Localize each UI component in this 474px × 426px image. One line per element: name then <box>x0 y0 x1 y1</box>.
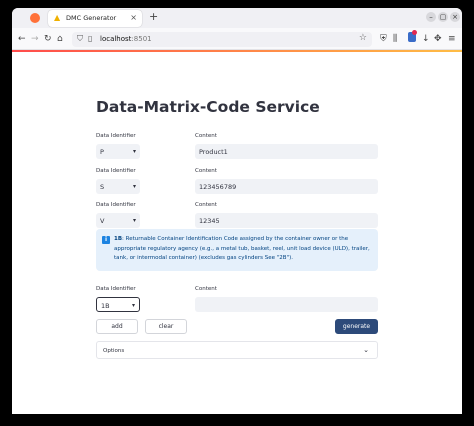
extensions-puzzle-icon[interactable]: ✥ <box>434 33 442 45</box>
menu-icon[interactable]: ≡ <box>448 33 456 45</box>
input-value: 12345 <box>199 217 220 225</box>
url-port: :8501 <box>131 35 152 43</box>
tab-title: DMC Generator <box>66 14 117 22</box>
new-content-input[interactable] <box>195 297 378 312</box>
data-identifier-select[interactable]: P ▾ <box>96 144 140 159</box>
new-tab-button[interactable]: + <box>149 10 158 23</box>
clear-button[interactable]: clear <box>145 319 187 334</box>
caret-down-icon: ▾ <box>132 217 136 224</box>
data-identifier-select[interactable]: V ▾ <box>96 213 140 228</box>
caret-down-icon: ▾ <box>132 148 136 155</box>
maximize-button[interactable]: ▢ <box>438 12 448 22</box>
home-icon[interactable]: ⌂ <box>57 33 63 45</box>
info-text: 1B: Returnable Container Identification … <box>114 235 372 264</box>
input-value: 123456789 <box>199 183 237 191</box>
tab-dmc-generator[interactable]: ▲ DMC Generator × <box>48 10 142 27</box>
tab-close-icon[interactable]: × <box>130 13 137 22</box>
content-input[interactable]: 12345 <box>195 213 378 228</box>
caret-down-icon: ▾ <box>132 183 136 190</box>
firefox-icon[interactable] <box>30 13 40 23</box>
pocket-icon[interactable]: ⛨ <box>380 33 387 45</box>
url-host: localhost <box>100 35 132 43</box>
info-icon: i <box>102 236 110 244</box>
data-identifier-select[interactable]: S ▾ <box>96 179 140 194</box>
streamlit-favicon-icon: ▲ <box>54 13 61 22</box>
reload-icon[interactable]: ↻ <box>44 33 52 45</box>
select-value: S <box>100 183 105 191</box>
data-identifier-label: Data Identifier <box>96 286 136 292</box>
caret-down-icon: ▾ <box>131 302 135 309</box>
content-input[interactable]: Product1 <box>195 144 378 159</box>
back-icon[interactable]: ← <box>18 33 26 45</box>
bookmark-star-icon[interactable]: ☆ <box>359 33 367 43</box>
data-identifier-label: Data Identifier <box>96 202 136 208</box>
navigation-bar: ← → ↻ ⌂ ⛉ ▯ localhost:8501 ☆ ⛨ ⫼ ↓ ✥ ≡ <box>12 28 462 50</box>
page-title: Data-Matrix-Code Service <box>96 98 320 116</box>
new-data-identifier-select[interactable]: 1B ▾ <box>96 297 140 312</box>
url-text: localhost:8501 <box>100 35 152 43</box>
input-value: Product1 <box>199 148 228 156</box>
data-identifier-label: Data Identifier <box>96 168 136 174</box>
content-label: Content <box>195 133 217 139</box>
select-value: P <box>100 148 104 156</box>
select-value: V <box>100 217 105 225</box>
content-input[interactable]: 123456789 <box>195 179 378 194</box>
close-window-button[interactable]: × <box>450 12 460 22</box>
page-content: Data-Matrix-Code Service Data Identifier… <box>12 52 462 414</box>
chevron-down-icon: ⌄ <box>363 346 369 354</box>
page-info-icon[interactable]: ▯ <box>88 34 92 43</box>
generate-button[interactable]: generate <box>335 319 378 334</box>
content-label: Content <box>195 168 217 174</box>
content-label: Content <box>195 202 217 208</box>
data-identifier-label: Data Identifier <box>96 133 136 139</box>
info-alert: i 1B: Returnable Container Identificatio… <box>96 229 378 271</box>
info-description: : Returnable Container Identification Co… <box>114 236 370 261</box>
add-button[interactable]: add <box>96 319 138 334</box>
forward-icon[interactable]: → <box>31 33 39 45</box>
browser-window: ▲ DMC Generator × + – ▢ × ← → ↻ ⌂ ⛉ ▯ lo… <box>12 8 462 414</box>
library-icon[interactable]: ⫼ <box>393 33 397 45</box>
minimize-button[interactable]: – <box>426 12 436 22</box>
tab-strip: ▲ DMC Generator × + – ▢ × <box>12 8 462 28</box>
download-icon[interactable]: ↓ <box>422 33 430 45</box>
select-value: 1B <box>101 302 110 310</box>
extension-badge <box>412 30 417 35</box>
shield-icon[interactable]: ⛉ <box>77 34 83 44</box>
options-expander[interactable]: Options ⌄ <box>96 341 378 359</box>
info-code: 1B <box>114 236 123 242</box>
url-bar[interactable]: ⛉ ▯ localhost:8501 ☆ <box>72 32 372 47</box>
content-label: Content <box>195 286 217 292</box>
expander-label: Options <box>103 348 125 354</box>
